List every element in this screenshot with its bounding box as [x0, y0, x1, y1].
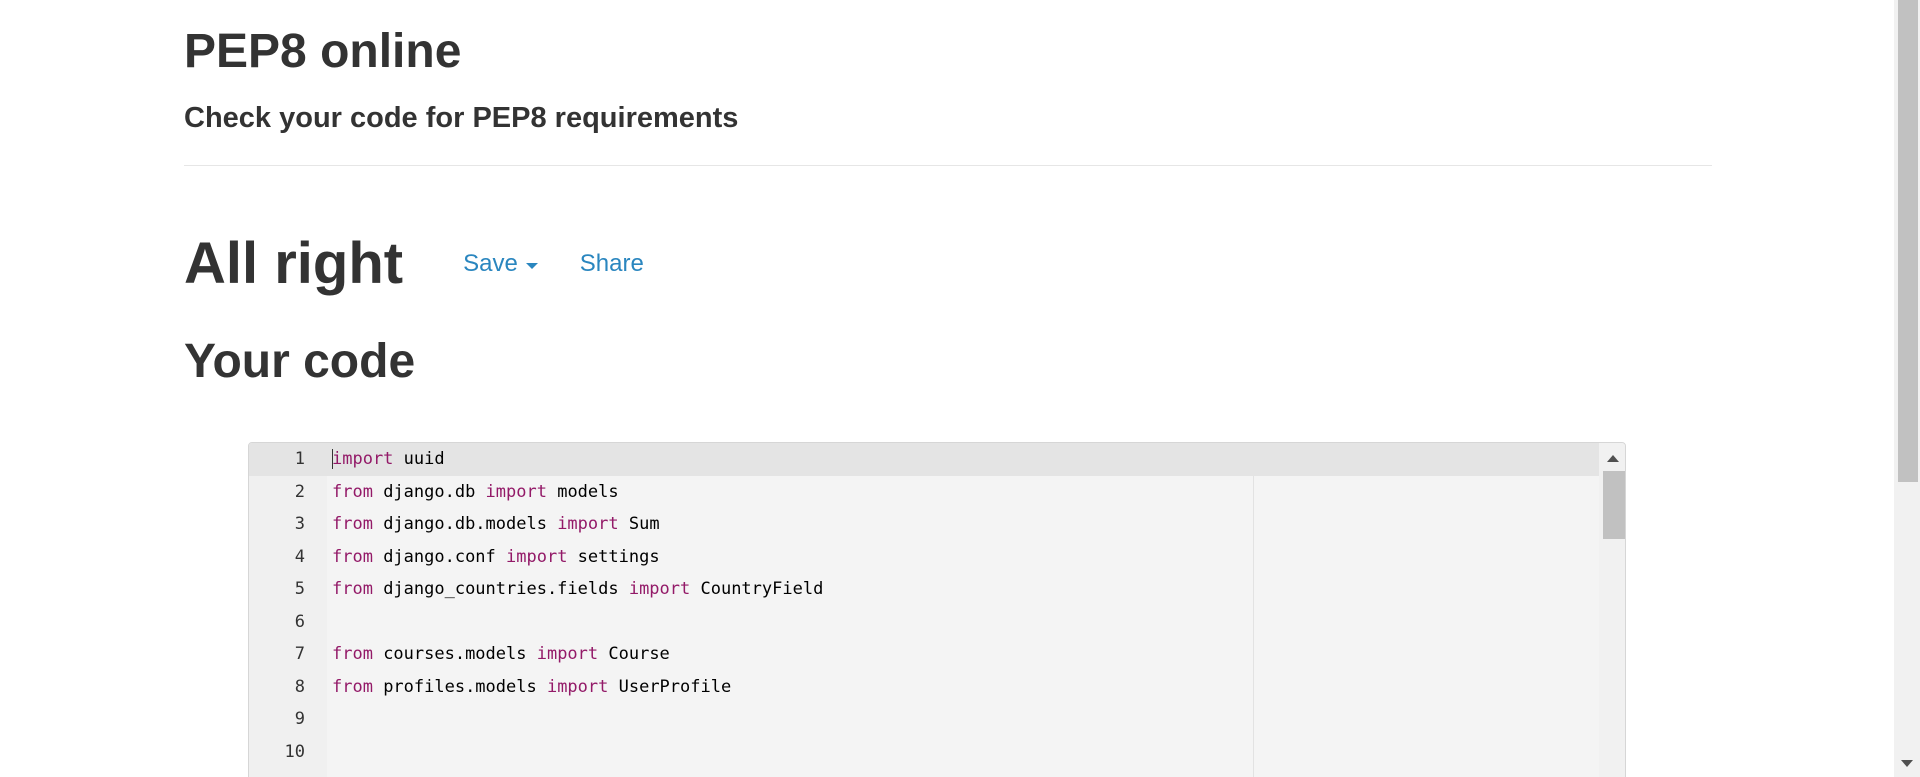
line-number: 4 [294, 546, 305, 567]
line-number: 6 [294, 611, 305, 632]
page-scroll-thumb[interactable] [1898, 0, 1918, 482]
code-keyword: import [332, 449, 394, 469]
code-text: Sum [618, 514, 660, 534]
code-text: CountryField [690, 579, 824, 599]
line-code: import uuid [332, 443, 445, 476]
site-title: PEP8 online [184, 25, 462, 78]
page-scrollbar[interactable] [1894, 0, 1920, 777]
code-line[interactable]: 9 [249, 703, 1601, 736]
save-label: Save [463, 250, 518, 277]
code-keyword: import [557, 514, 619, 534]
code-keyword: from [332, 644, 373, 664]
editor-scrollbar[interactable] [1599, 443, 1625, 777]
code-line[interactable]: 6 [249, 606, 1601, 639]
share-link[interactable]: Share [580, 250, 644, 278]
arrow-up-icon[interactable] [1607, 455, 1619, 462]
caret-down-icon [525, 262, 538, 269]
code-text: UserProfile [608, 676, 732, 697]
code-line[interactable]: 2 from django.db import models [249, 476, 1601, 509]
code-text: django.db.models [372, 514, 558, 534]
code-keyword: from [332, 514, 373, 534]
arrow-down-icon[interactable] [1901, 760, 1913, 767]
editor-scroll-thumb[interactable] [1603, 471, 1625, 539]
code-line[interactable]: 10 [249, 736, 1601, 769]
code-line[interactable]: 5 from django_countries.fields import Cou… [249, 573, 1601, 606]
code-keyword: import [506, 546, 568, 567]
code-section-title: Your code [184, 335, 416, 388]
code-keyword: from [332, 481, 373, 502]
header-divider [184, 165, 1712, 166]
code-keyword: from [332, 546, 373, 567]
code-text: django.db [372, 481, 486, 502]
page: PEP8 online Check your code for PEP8 req… [0, 0, 1920, 777]
code-text: Course [598, 644, 670, 664]
line-code: from django.conf import settings [332, 541, 660, 574]
editor-lines[interactable]: 1 import uuid 2 from django.db import model… [249, 443, 1601, 768]
code-keyword: import [536, 644, 599, 664]
line-number: 3 [294, 514, 305, 534]
line-code: from django_countries.fields import Coun… [332, 573, 823, 606]
code-keyword: from [332, 579, 373, 599]
result-row: All right Save Share [184, 228, 644, 300]
code-line[interactable]: 8 from profiles.models import UserProfile [249, 671, 1601, 704]
line-code: from django.db import models [332, 476, 619, 509]
code-text: settings [567, 546, 660, 567]
code-text: django_countries.fields [372, 579, 629, 599]
code-keyword: import [628, 579, 691, 599]
line-number: 10 [284, 741, 305, 762]
text-cursor [332, 449, 333, 469]
line-code: from django.db.models import Sum [332, 508, 660, 541]
code-keyword: import [546, 676, 609, 697]
code-line[interactable]: 3 from django.db.models import Sum [249, 508, 1601, 541]
code-keyword: import [485, 481, 547, 502]
code-keyword: from [332, 676, 373, 697]
site-subtitle: Check your code for PEP8 requirements [184, 102, 739, 134]
line-number: 2 [294, 481, 305, 502]
result-status: All right [184, 231, 404, 296]
save-dropdown-button[interactable]: Save [463, 250, 538, 278]
code-text: profiles.models [372, 676, 547, 697]
line-number: 5 [294, 579, 305, 599]
line-number: 8 [294, 676, 305, 697]
line-number: 9 [294, 709, 305, 729]
code-line[interactable]: 4 from django.conf import settings [249, 541, 1601, 574]
line-number: 1 [294, 449, 305, 469]
code-text: courses.models [372, 644, 537, 664]
code-text: django.conf [372, 546, 507, 567]
code-line[interactable]: 1 import uuid [249, 443, 1601, 476]
code-line[interactable]: 7 from courses.models import Course [249, 638, 1601, 671]
code-text: models [546, 481, 619, 502]
line-number: 7 [294, 644, 305, 664]
code-editor[interactable]: 1 import uuid 2 from django.db import model… [248, 442, 1626, 777]
line-code: from profiles.models import UserProfile [332, 671, 731, 704]
code-text: uuid [393, 449, 445, 469]
line-code: from courses.models import Course [332, 638, 670, 671]
